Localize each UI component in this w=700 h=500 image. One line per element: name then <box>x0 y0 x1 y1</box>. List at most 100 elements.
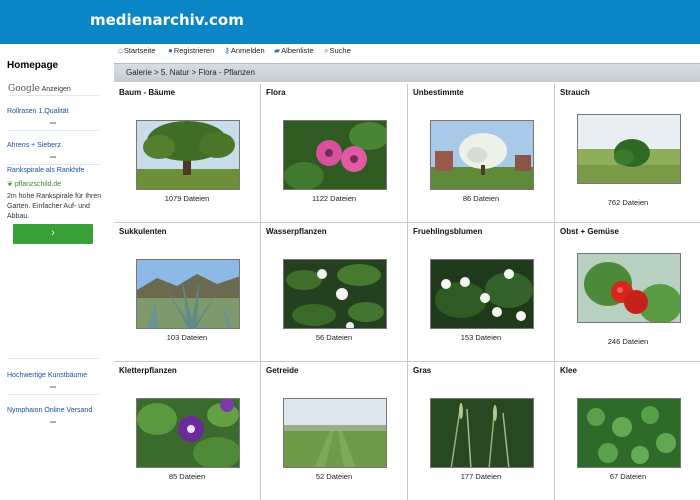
nav-label: Anmelden <box>230 46 265 55</box>
category-thumbnail[interactable] <box>577 114 681 184</box>
category-title[interactable]: Gras <box>413 366 431 375</box>
nav-label: Suche <box>329 46 351 55</box>
category-title[interactable]: Strauch <box>560 88 590 97</box>
category-count: 1079 Dateien <box>164 194 210 203</box>
breadcrumb[interactable]: Galerie > 5. Natur > Flora - Pflanzen <box>126 68 255 77</box>
climbing-plant-thumbnail-image <box>137 399 239 467</box>
category-count: 246 Dateien <box>607 337 649 346</box>
ad-info-icon[interactable]: ▬ <box>50 419 56 425</box>
category-title[interactable]: Baum - Bäume <box>119 88 175 97</box>
category-title[interactable]: Sukkulenten <box>119 227 167 236</box>
ad-info-icon[interactable]: ▬ <box>50 384 56 390</box>
nav-suche[interactable]: ⌕Suche <box>324 46 351 56</box>
ad-info-icon[interactable]: ▬ <box>50 154 56 160</box>
category-count: 52 Dateien <box>315 472 353 481</box>
ad-link-rankspirale[interactable]: Rankspirale als Rankhife <box>7 167 84 174</box>
category-title[interactable]: Getreide <box>266 366 298 375</box>
google-logo: Google <box>8 84 40 94</box>
category-cell[interactable]: Klee 67 Dateien <box>555 362 700 500</box>
user-icon: ● <box>168 46 173 55</box>
category-thumbnail[interactable] <box>283 120 387 190</box>
category-cell[interactable]: Fruehlingsblumen 153 Dateien <box>408 223 554 361</box>
category-thumbnail[interactable] <box>136 120 240 190</box>
nav-albenliste[interactable]: ▰Albenliste <box>274 46 314 55</box>
category-title[interactable]: Kletterpflanzen <box>119 366 177 375</box>
sidebar-divider <box>7 95 99 96</box>
sidebar-divider <box>7 394 99 395</box>
nav-startseite[interactable]: ⌂Startseite <box>118 46 156 55</box>
succulent-thumbnail-image <box>137 260 239 328</box>
sidebar-divider <box>7 130 99 131</box>
category-count: 56 Dateien <box>315 333 353 342</box>
sidebar-divider <box>7 358 99 359</box>
category-cell[interactable]: Obst + Gemüse 246 Dateien <box>555 223 700 361</box>
category-cell[interactable]: Gras 177 Dateien <box>408 362 554 500</box>
clover-thumbnail-image <box>578 399 680 467</box>
category-cell[interactable]: Baum - Bäume 1079 Dateien <box>114 84 260 222</box>
category-cell[interactable]: Flora 1122 Dateien <box>261 84 407 222</box>
blossom-tree-thumbnail-image <box>431 121 533 189</box>
category-thumbnail[interactable] <box>136 398 240 468</box>
grain-field-thumbnail-image <box>284 399 386 467</box>
category-count: 153 Dateien <box>460 333 502 342</box>
page: medienarchiv.com Homepage Google Anzeige… <box>0 0 700 500</box>
category-thumbnail[interactable] <box>577 398 681 468</box>
home-icon: ⌂ <box>118 46 123 55</box>
category-thumbnail[interactable] <box>136 259 240 329</box>
gallery-grid: Baum - Bäume 1079 Dateien Flora 1122 Dat… <box>114 84 700 500</box>
category-thumbnail[interactable] <box>577 253 681 323</box>
ad-link-ahrens[interactable]: Ahrens + Sieberz <box>7 142 61 149</box>
nav-label: Registrieren <box>173 46 215 55</box>
category-cell[interactable]: Sukkulenten 103 Dateien <box>114 223 260 361</box>
ads-label: Anzeigen <box>41 86 71 93</box>
search-icon: ⌕ <box>324 46 329 55</box>
nav-label: Albenliste <box>281 46 314 55</box>
category-count: 85 Dateien <box>168 472 206 481</box>
category-cell[interactable]: Getreide 52 Dateien <box>261 362 407 500</box>
sidebar-title: Homepage <box>7 60 59 71</box>
breadcrumb-bar: Galerie > 5. Natur > Flora - Pflanzen <box>114 63 700 82</box>
grass-thumbnail-image <box>431 399 533 467</box>
ad-description: 2m hohe Rankspirale für Ihren Garten. Ei… <box>7 193 102 220</box>
water-lily-thumbnail-image <box>284 260 386 328</box>
spring-flowers-thumbnail-image <box>431 260 533 328</box>
nav-label: Startseite <box>123 46 156 55</box>
category-thumbnail[interactable] <box>430 259 534 329</box>
ads-header: Google Anzeigen <box>8 84 71 94</box>
category-cell[interactable]: Unbestimmte 86 Dateien <box>408 84 554 222</box>
category-thumbnail[interactable] <box>430 398 534 468</box>
category-title[interactable]: Obst + Gemüse <box>560 227 619 236</box>
category-title[interactable]: Flora <box>266 88 286 97</box>
leaf-icon: ❦ <box>7 181 13 188</box>
category-cell[interactable]: Strauch 762 Dateien <box>555 84 700 222</box>
category-title[interactable]: Unbestimmte <box>413 88 464 97</box>
category-cell[interactable]: Kletterpflanzen 85 Dateien <box>114 362 260 500</box>
ad-link-nymphaion[interactable]: Nymphaion Online Versand <box>7 407 92 414</box>
ad-link-rollrasen[interactable]: Rollrasen 1.Qualität <box>7 108 68 115</box>
albums-icon: ▰ <box>274 46 281 55</box>
ad-link-kunstbaeume[interactable]: Hochwertige Kunstbäume <box>7 372 87 379</box>
ad-info-icon[interactable]: ▬ <box>50 120 56 126</box>
category-count: 67 Dateien <box>609 472 647 481</box>
category-title[interactable]: Klee <box>560 366 577 375</box>
ad-domain-text: pflanzschild.de <box>14 181 62 188</box>
flower-thumbnail-image <box>284 121 386 189</box>
key-icon: ⚷ <box>224 46 230 55</box>
category-count: 1122 Dateien <box>311 194 357 203</box>
category-thumbnail[interactable] <box>283 259 387 329</box>
category-thumbnail[interactable] <box>430 120 534 190</box>
category-count: 177 Dateien <box>460 472 502 481</box>
nav-registrieren[interactable]: ●Registrieren <box>168 46 214 55</box>
category-title[interactable]: Fruehlingsblumen <box>413 227 482 236</box>
ad-domain[interactable]: ❦ pflanzschild.de <box>7 180 61 188</box>
top-nav: ⌂Startseite ●Registrieren ⚷Anmelden ▰Alb… <box>114 44 700 63</box>
sidebar: Homepage Google Anzeigen Rollrasen 1.Qua… <box>0 44 114 500</box>
category-thumbnail[interactable] <box>283 398 387 468</box>
category-title[interactable]: Wasserpflanzen <box>266 227 327 236</box>
ad-go-button[interactable]: › <box>13 224 93 244</box>
tomato-thumbnail-image <box>578 254 680 322</box>
site-title[interactable]: medienarchiv.com <box>90 11 244 29</box>
category-cell[interactable]: Wasserpflanzen 56 Dateien <box>261 223 407 361</box>
nav-anmelden[interactable]: ⚷Anmelden <box>224 46 265 55</box>
shrub-thumbnail-image <box>578 115 680 183</box>
